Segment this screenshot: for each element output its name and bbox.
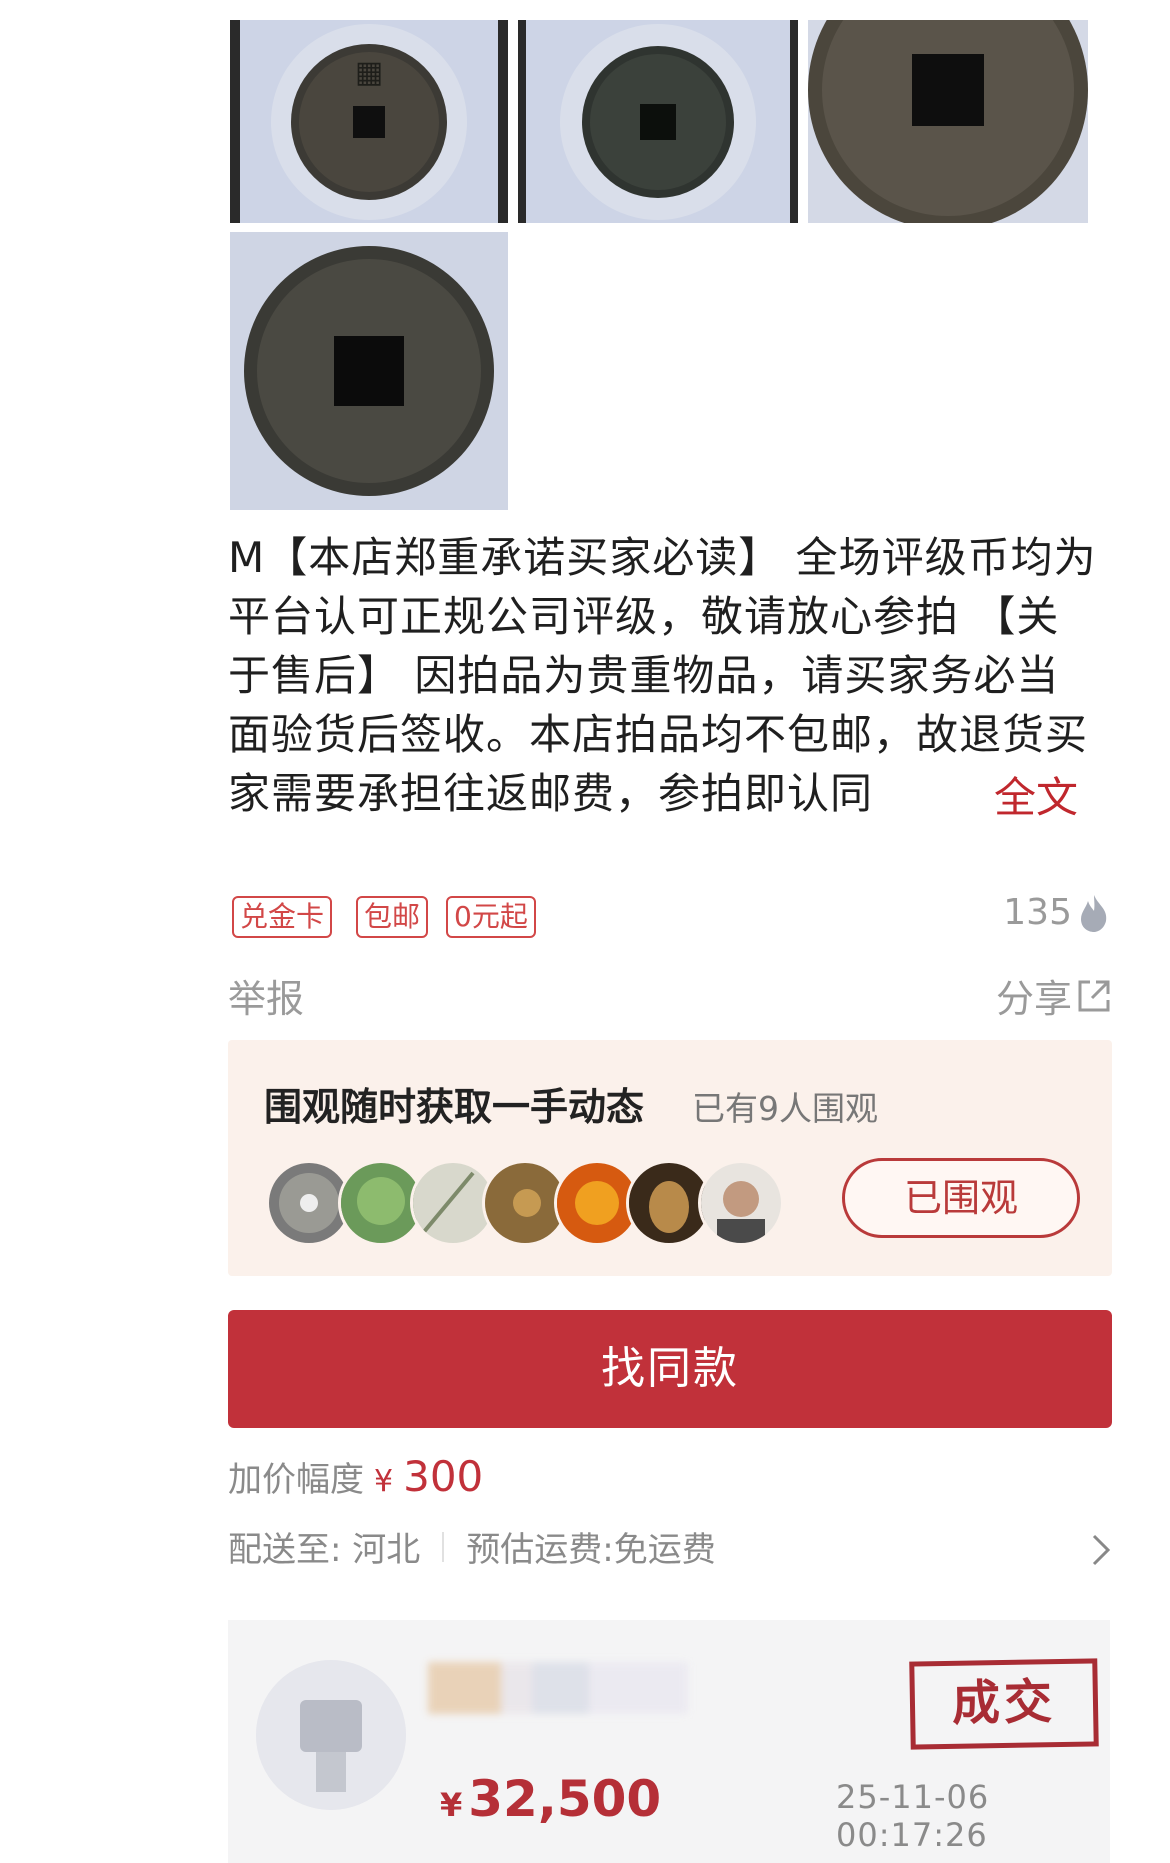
coin-reverse-image (518, 20, 798, 223)
coin-obverse-image: ▦ (230, 20, 508, 223)
buyer-name-blurred (428, 1662, 688, 1714)
watch-card: 围观随时获取一手动态 已有9人围观 已围观 (228, 1040, 1112, 1276)
bid-increment-label: 加价幅度 (228, 1460, 364, 1500)
coin-photo-3[interactable] (808, 20, 1088, 223)
divider (442, 1531, 445, 1562)
share-label: 分享 (995, 977, 1072, 1021)
tag-gold-card: 兑金卡 (232, 896, 333, 938)
chevron-right-icon[interactable] (1090, 1530, 1114, 1579)
find-same-button[interactable]: 找同款 (228, 1310, 1112, 1428)
deal-time: 25-11-06 00:17:26 (836, 1778, 990, 1854)
coin-reverse-closeup-image (230, 232, 508, 510)
ship-destination: 配送至: 河北 (228, 1530, 421, 1570)
ship-fee: 预估运费:免运费 (466, 1530, 716, 1570)
bid-increment-value: 300 (403, 1452, 484, 1501)
likes-counter[interactable]: 135 (1003, 892, 1112, 933)
svg-text:▦: ▦ (355, 55, 383, 90)
coin-closeup-image (808, 20, 1088, 223)
share-button[interactable]: 分享 (996, 968, 1112, 1023)
watcher-avatars (266, 1160, 784, 1246)
likes-count: 135 (1003, 892, 1072, 933)
deal-stamp: 成交 (909, 1658, 1099, 1750)
shipping-row[interactable]: 配送至: 河北 预估运费:免运费 (228, 1522, 716, 1571)
bid-increment: 加价幅度 ¥ 300 (228, 1452, 483, 1501)
watch-count: 已有9人围观 (692, 1089, 878, 1128)
watched-button[interactable]: 已围观 (842, 1158, 1080, 1238)
deal-record-card: 成交 ¥ 32,500 25-11-06 00:17:26 (228, 1620, 1110, 1863)
coin-photo-1[interactable]: ▦ (230, 20, 508, 223)
deal-price: ¥ 32,500 (440, 1770, 661, 1828)
avatar[interactable] (698, 1160, 784, 1246)
flame-icon (1081, 894, 1107, 932)
report-link[interactable]: 举报 (228, 968, 304, 1023)
watch-title: 围观随时获取一手动态 (264, 1085, 645, 1129)
coin-photo-4[interactable] (230, 232, 508, 510)
share-icon (1078, 980, 1110, 1011)
buyer-avatar[interactable] (256, 1660, 406, 1810)
currency-symbol: ¥ (374, 1464, 394, 1499)
expand-full-text-link[interactable]: 全文 (933, 764, 1078, 825)
tag-zero-start: 0元起 (446, 896, 536, 938)
tag-free-shipping: 包邮 (356, 896, 429, 938)
coin-photo-2[interactable] (518, 20, 798, 223)
currency-symbol: ¥ (440, 1786, 463, 1824)
deal-price-value: 32,500 (468, 1770, 662, 1828)
